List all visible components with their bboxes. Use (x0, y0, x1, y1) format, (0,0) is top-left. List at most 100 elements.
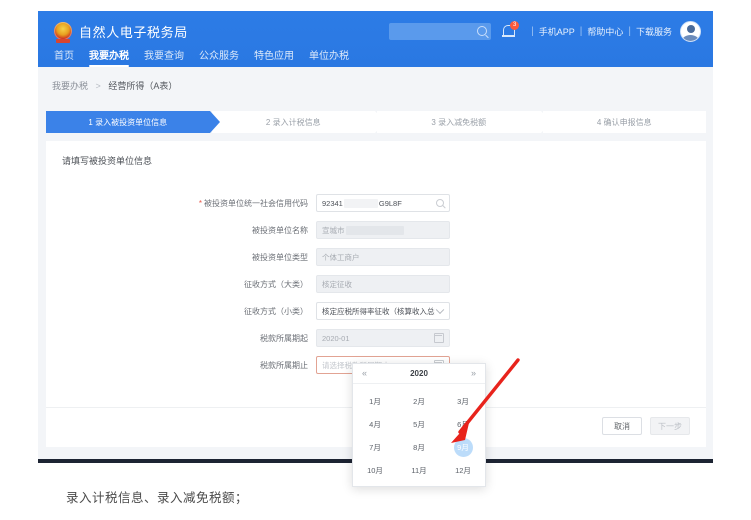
form-actions: 取消 下一步 (594, 417, 690, 435)
month-cell-3[interactable]: 3月 (441, 390, 485, 413)
month-cell-5[interactable]: 5月 (397, 413, 441, 436)
card-title: 请填写被投资单位信息 (62, 156, 153, 166)
picker-year-label[interactable]: 2020 (410, 369, 428, 378)
collection-method-major-input: 核定征收 (316, 275, 450, 293)
form-label: * 被投资单位统一社会信用代码 (46, 198, 316, 209)
form-row-credit-code: * 被投资单位统一社会信用代码 92341 G9L8F (46, 193, 706, 213)
header-separator: | (579, 25, 583, 37)
month-cell-2[interactable]: 2月 (397, 390, 441, 413)
notification-button[interactable]: 3 (501, 20, 520, 40)
month-label: 6月 (457, 420, 469, 429)
month-cell-4[interactable]: 4月 (353, 413, 397, 436)
nav-item-tax-handling[interactable]: 我要办税 (89, 47, 129, 67)
chevron-down-icon (435, 305, 445, 315)
main-nav: 首页 我要办税 我要查询 公众服务 特色应用 单位办税 (54, 43, 364, 67)
header-right-tools: 3 | 手机APP | 帮助中心 | 下载服务 (389, 19, 701, 43)
cancel-button[interactable]: 取消 (602, 417, 642, 435)
step-indicator: 1 录入被投资单位信息 2 录入计税信息 3 录入减免税额 4 确认申报信息 (46, 111, 706, 133)
month-label: 9月 (453, 438, 473, 457)
entity-info-form: * 被投资单位统一社会信用代码 92341 G9L8F 被投资单位名称 宣城市 … (46, 193, 706, 382)
figure-caption: 录入计税信息、录入减免税额； (66, 491, 249, 505)
header-link-help-center[interactable]: 帮助中心 (587, 25, 623, 38)
month-cell-9[interactable]: 9月 (441, 436, 485, 459)
breadcrumb-separator: > (95, 81, 101, 91)
next-year-icon[interactable]: » (471, 369, 476, 378)
search-icon[interactable] (436, 199, 444, 207)
month-label: 7月 (369, 443, 381, 452)
entity-name-input: 宣城市 (316, 221, 450, 239)
header-link-download-service[interactable]: 下载服务 (636, 25, 672, 38)
search-input[interactable] (389, 22, 492, 40)
form-row-period-start: 税款所属期起 2020-01 (46, 328, 706, 348)
month-cell-1[interactable]: 1月 (353, 390, 397, 413)
step-label: 1 录入被投资单位信息 (88, 117, 168, 127)
month-cell-8[interactable]: 8月 (397, 436, 441, 459)
nav-item-public-service[interactable]: 公众服务 (199, 47, 239, 67)
form-row-collection-minor: 征收方式（小类） 核定应税所得率征收（核算收入总额） (46, 301, 706, 321)
nav-item-home[interactable]: 首页 (54, 47, 74, 67)
label-text: 征收方式（大类） (244, 279, 308, 289)
month-picker-header: « 2020 » (353, 364, 485, 384)
step-label: 3 录入减免税额 (431, 117, 487, 127)
redaction-block (345, 225, 404, 235)
notification-badge: 3 (510, 20, 520, 30)
label-text: 被投资单位统一社会信用代码 (204, 198, 308, 208)
field-value: 核定应税所得率征收（核算收入总额） (322, 306, 435, 316)
next-step-button[interactable]: 下一步 (650, 417, 690, 435)
header-separator: | (628, 25, 631, 37)
field-value: 核定征收 (322, 279, 352, 289)
month-label: 4月 (369, 420, 381, 429)
month-grid: 1月 2月 3月 4月 5月 6月 7月 8月 9月 10月 11月 12月 (353, 384, 485, 486)
step-2-tax-calc-info[interactable]: 2 录入计税信息 (211, 111, 385, 133)
breadcrumb-current: 经营所得（A表） (108, 81, 178, 91)
brand-title: 自然人电子税务局 (79, 24, 188, 40)
user-avatar[interactable] (680, 20, 701, 42)
credit-code-input[interactable]: 92341 G9L8F (316, 194, 450, 212)
month-label: 2月 (413, 397, 425, 406)
header-link-mobile-app[interactable]: 手机APP (539, 25, 575, 38)
label-text: 征收方式（小类） (244, 306, 308, 316)
form-label: 被投资单位类型 (46, 252, 316, 263)
field-value: 个体工商户 (322, 252, 360, 262)
month-cell-12[interactable]: 12月 (441, 459, 485, 482)
field-value-suffix: G9L8F (378, 198, 402, 208)
redaction-block (343, 198, 378, 208)
nav-item-company-tax[interactable]: 单位办税 (309, 47, 349, 67)
month-label: 3月 (457, 397, 469, 406)
header-separator: | (531, 25, 534, 37)
month-cell-10[interactable]: 10月 (353, 459, 397, 482)
month-label: 12月 (455, 466, 471, 475)
brand: 自然人电子税务局 (54, 19, 188, 43)
month-label: 5月 (413, 420, 425, 429)
nav-item-query[interactable]: 我要查询 (144, 47, 184, 67)
breadcrumb-root[interactable]: 我要办税 (52, 81, 88, 91)
breadcrumb: 我要办税 > 经营所得（A表） (52, 79, 177, 92)
month-cell-7[interactable]: 7月 (353, 436, 397, 459)
label-text: 被投资单位名称 (252, 225, 308, 235)
month-cell-6[interactable]: 6月 (441, 413, 485, 436)
form-label: 被投资单位名称 (46, 225, 316, 236)
label-text: 税款所属期止 (260, 360, 308, 370)
search-icon (477, 25, 488, 36)
month-cell-11[interactable]: 11月 (397, 459, 441, 482)
month-label: 10月 (367, 466, 383, 475)
calendar-icon (434, 333, 444, 343)
form-label: 税款所属期止 (46, 360, 316, 371)
step-4-confirm-declaration[interactable]: 4 确认申报信息 (542, 111, 706, 133)
step-label: 4 确认申报信息 (596, 117, 652, 127)
form-row-entity-name: 被投资单位名称 宣城市 (46, 220, 706, 240)
period-start-input: 2020-01 (316, 329, 450, 347)
form-label: 征收方式（大类） (46, 279, 316, 290)
step-3-tax-reduction[interactable]: 3 录入减免税额 (377, 111, 550, 133)
app-screenshot: 自然人电子税务局 3 | 手机APP | 帮助中心 | 下载服务 首页 我要办税… (38, 11, 713, 487)
label-text: 税款所属期起 (260, 333, 308, 343)
month-label: 11月 (411, 466, 427, 475)
required-marker: * (198, 198, 202, 208)
form-label: 税款所属期起 (46, 333, 316, 344)
field-value-prefix: 宣城市 (322, 225, 345, 235)
collection-method-minor-select[interactable]: 核定应税所得率征收（核算收入总额） (316, 302, 450, 320)
step-1-entity-info[interactable]: 1 录入被投资单位信息 (46, 111, 219, 133)
nav-item-featured-apps[interactable]: 特色应用 (254, 47, 294, 67)
field-value-prefix: 92341 (322, 198, 343, 208)
prev-year-icon[interactable]: « (362, 369, 367, 378)
